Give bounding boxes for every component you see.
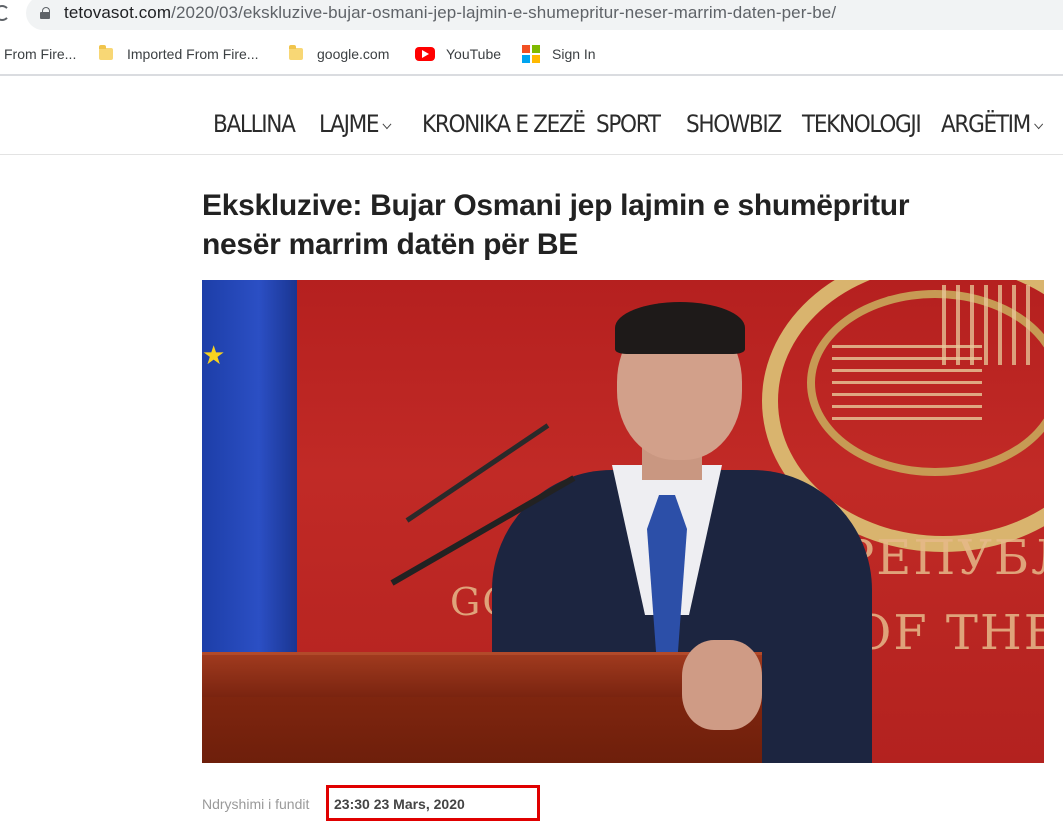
backdrop-text: РЕПУБЛИ: [842, 530, 1044, 586]
nav-item-label: BALLINA: [213, 110, 296, 138]
browser-url-bar[interactable]: tetovasot.com/2020/03/ekskluzive-bujar-o…: [0, 0, 1063, 30]
bookmark-sign-in[interactable]: Sign In: [522, 44, 596, 64]
bookmark-label: Sign In: [552, 46, 596, 62]
bookmark-label: From Fire...: [4, 46, 77, 62]
nav-item-label: KRONIKA E ZEZË: [422, 110, 586, 138]
article-hero-image[interactable]: РЕПУБЛИ OF THE R GO ★: [202, 280, 1044, 763]
nav-item-teknologji[interactable]: TEKNOLOGJI: [802, 110, 922, 138]
nav-divider: [0, 154, 1063, 155]
folder-icon: [289, 45, 303, 60]
article-meta: Ndryshimi i fundit 23:30 23 Mars, 2020: [202, 796, 465, 812]
url-text[interactable]: tetovasot.com/2020/03/ekskluzive-bujar-o…: [64, 3, 836, 23]
date-highlight-box: [326, 785, 540, 821]
site-nav: BALLINA LAJME KRONIKA E ZEZË SPORT SHOWB…: [0, 76, 1063, 154]
bookmark-label: google.com: [317, 46, 390, 62]
emblem-building: [942, 285, 1032, 365]
nav-item-kronika-e-zeze[interactable]: KRONIKA E ZEZË: [422, 110, 586, 138]
nav-item-sport[interactable]: SPORT: [596, 110, 661, 138]
nav-item-label: ARGËTIM: [941, 110, 1031, 138]
speaker-hair: [615, 302, 745, 354]
bookmark-youtube[interactable]: YouTube: [415, 44, 501, 64]
nav-item-lajme[interactable]: LAJME: [319, 110, 392, 138]
nav-item-showbiz[interactable]: SHOWBIZ: [686, 110, 782, 138]
star-icon: ★: [202, 340, 226, 370]
nav-item-ballina[interactable]: BALLINA: [213, 110, 296, 138]
backdrop-text: OF THE R: [852, 605, 1044, 661]
podium-edge: [202, 652, 762, 697]
microsoft-icon: [522, 45, 540, 63]
folder-icon: [99, 45, 113, 60]
chevron-down-icon: [382, 119, 392, 130]
bookmark-from-firefox[interactable]: From Fire...: [4, 44, 76, 64]
youtube-icon: [415, 47, 435, 61]
bookmark-google[interactable]: google.com: [289, 44, 389, 64]
speaker-hand: [682, 640, 762, 730]
url-host: tetovasot.com: [64, 3, 172, 22]
chevron-down-icon: [1034, 119, 1043, 130]
bookmarks-bar: From Fire... Imported From Fire... googl…: [0, 36, 1063, 72]
url-path: /2020/03/ekskluzive-bujar-osmani-jep-laj…: [171, 3, 837, 22]
bookmark-imported-from-firefox[interactable]: Imported From Fire...: [99, 44, 258, 64]
reload-icon[interactable]: [0, 5, 10, 21]
nav-item-argetim[interactable]: ARGËTIM: [941, 110, 1043, 138]
nav-item-label: LAJME: [319, 110, 380, 138]
bookmark-label: Imported From Fire...: [127, 46, 259, 62]
meta-label: Ndryshimi i fundit: [202, 796, 310, 812]
lock-icon[interactable]: [40, 7, 50, 19]
article-title: Ekskluzive: Bujar Osmani jep lajmin e sh…: [202, 189, 910, 261]
nav-item-label: SHOWBIZ: [686, 110, 782, 138]
bookmark-label: YouTube: [446, 46, 502, 62]
nav-item-label: SPORT: [596, 110, 661, 138]
nav-item-label: TEKNOLOGJI: [802, 110, 922, 138]
